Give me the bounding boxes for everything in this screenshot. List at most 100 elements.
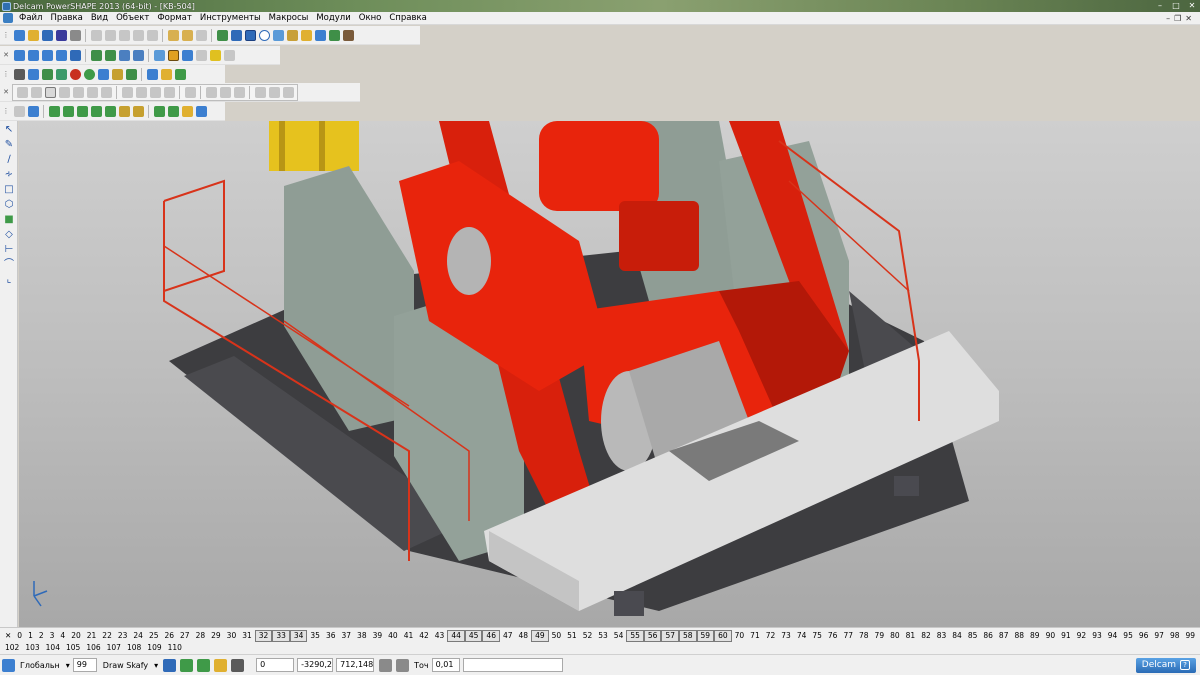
view-right-icon[interactable] (41, 49, 53, 61)
zoom-out-icon[interactable] (104, 49, 116, 61)
document-icon[interactable] (27, 68, 39, 80)
menu-format[interactable]: Формат (153, 12, 196, 25)
undo-icon[interactable] (167, 29, 179, 41)
menu-object[interactable]: Объект (112, 12, 153, 25)
level-button[interactable]: 102 (2, 643, 22, 653)
level-button[interactable]: 106 (83, 643, 103, 653)
grid-snap-icon[interactable] (197, 658, 211, 672)
level-number-field[interactable]: 99 (72, 658, 97, 672)
sweep-icon[interactable] (76, 105, 88, 117)
level-button[interactable]: 90 (1043, 631, 1059, 641)
level-button[interactable]: 99 (1182, 631, 1198, 641)
mesh-icon[interactable] (205, 86, 217, 98)
menu-view[interactable]: Вид (87, 12, 112, 25)
level-button[interactable]: 32 (254, 630, 273, 642)
mesh2-icon[interactable] (219, 86, 231, 98)
cut-icon[interactable] (90, 29, 102, 41)
loft-icon[interactable] (90, 105, 102, 117)
print-icon[interactable] (69, 29, 81, 41)
level-button[interactable]: 83 (934, 631, 950, 641)
copy-icon[interactable] (104, 29, 116, 41)
menu-tools[interactable]: Инструменты (196, 12, 265, 25)
revolve-icon[interactable] (62, 105, 74, 117)
zoom-in-icon[interactable] (90, 49, 102, 61)
mdi-minimize-icon[interactable]: – (1166, 14, 1170, 23)
view-front-icon[interactable] (27, 49, 39, 61)
level-button[interactable]: 108 (124, 643, 144, 653)
level-button[interactable]: 47 (500, 631, 516, 641)
workplane-label[interactable]: Глобальн (20, 661, 60, 670)
new-file-icon[interactable] (13, 29, 25, 41)
menu-file[interactable]: Файл (15, 12, 46, 25)
recall-icon[interactable] (195, 29, 207, 41)
level-button[interactable]: 50 (549, 631, 565, 641)
close-button[interactable]: ✕ (1184, 0, 1200, 11)
play-icon[interactable] (97, 68, 109, 80)
save-as-icon[interactable] (55, 29, 67, 41)
level-button[interactable]: 33 (272, 630, 290, 642)
curve-tool-icon[interactable] (272, 29, 284, 41)
intelligent-cursor-icon[interactable] (214, 658, 228, 672)
level-button[interactable]: 98 (1167, 631, 1183, 641)
zoom-box-icon[interactable] (132, 49, 144, 61)
level-dropdown-icon[interactable]: ▾ (154, 661, 158, 670)
boolean-icon[interactable] (27, 105, 39, 117)
model-icon[interactable] (314, 29, 326, 41)
coord-y-field[interactable]: -3290,2 (297, 658, 334, 672)
solid-view-icon[interactable] (16, 86, 28, 98)
zoom-all-icon[interactable] (118, 49, 130, 61)
minimize-button[interactable]: – (1152, 0, 1168, 11)
polyline-icon[interactable]: ∻ (3, 169, 15, 181)
level-button[interactable]: 36 (323, 631, 339, 641)
level-button[interactable]: 96 (1136, 631, 1152, 641)
level-button[interactable]: 75 (809, 631, 825, 641)
paste-icon[interactable] (118, 29, 130, 41)
render-icon[interactable] (195, 49, 207, 61)
level-button[interactable]: 24 (130, 631, 146, 641)
view-iso-icon[interactable] (55, 49, 67, 61)
select-icon[interactable] (216, 29, 228, 41)
coord-x-field[interactable]: 0 (256, 658, 295, 672)
level-button[interactable]: 73 (778, 631, 794, 641)
level-button[interactable]: 44 (447, 630, 465, 642)
mdi-restore-icon[interactable]: ❐ (1174, 14, 1181, 23)
transparency-icon[interactable] (58, 86, 70, 98)
level-button[interactable]: 95 (1120, 631, 1136, 641)
level-button[interactable]: 71 (747, 631, 763, 641)
line-icon[interactable]: ∕ (3, 154, 15, 166)
level-button[interactable]: 4 (57, 631, 68, 641)
shell-icon[interactable] (13, 105, 25, 117)
menu-help[interactable]: Справка (385, 12, 430, 25)
feature4-icon[interactable] (195, 105, 207, 117)
level-button[interactable]: 92 (1074, 631, 1090, 641)
arc-icon[interactable]: ⌒ (3, 259, 15, 271)
materials-icon[interactable] (184, 86, 196, 98)
level-button[interactable]: 80 (887, 631, 903, 641)
tree-icon[interactable] (41, 68, 53, 80)
level-button[interactable]: 40 (385, 631, 401, 641)
red-sphere-icon[interactable] (69, 68, 81, 80)
level-button[interactable]: 57 (661, 630, 679, 642)
tolerance-field[interactable]: 0,01 (431, 658, 460, 672)
level-button[interactable]: 104 (43, 643, 63, 653)
cube-icon[interactable] (125, 68, 137, 80)
level-button[interactable]: 58 (678, 630, 697, 642)
level-button[interactable]: 81 (903, 631, 919, 641)
level-button[interactable]: 88 (1011, 631, 1027, 641)
level-button[interactable]: 94 (1105, 631, 1121, 641)
texture-icon[interactable] (100, 86, 112, 98)
level-button[interactable]: 45 (464, 630, 483, 642)
open-folder-icon[interactable] (27, 29, 39, 41)
view-iso2-icon[interactable] (69, 49, 81, 61)
toolbar-close-icon[interactable]: ✕ (2, 48, 10, 63)
level-button[interactable]: 29 (208, 631, 224, 641)
green-sphere-icon[interactable] (83, 68, 95, 80)
calculator-icon[interactable] (379, 658, 393, 672)
level-button[interactable]: 60 (714, 630, 732, 642)
light-icon[interactable] (209, 49, 221, 61)
layer-icon[interactable] (328, 29, 340, 41)
level-name-label[interactable]: Draw Skafy (103, 661, 148, 670)
level-button[interactable]: 74 (794, 631, 810, 641)
level-button[interactable]: 82 (918, 631, 934, 641)
level-button[interactable]: 110 (165, 643, 185, 653)
